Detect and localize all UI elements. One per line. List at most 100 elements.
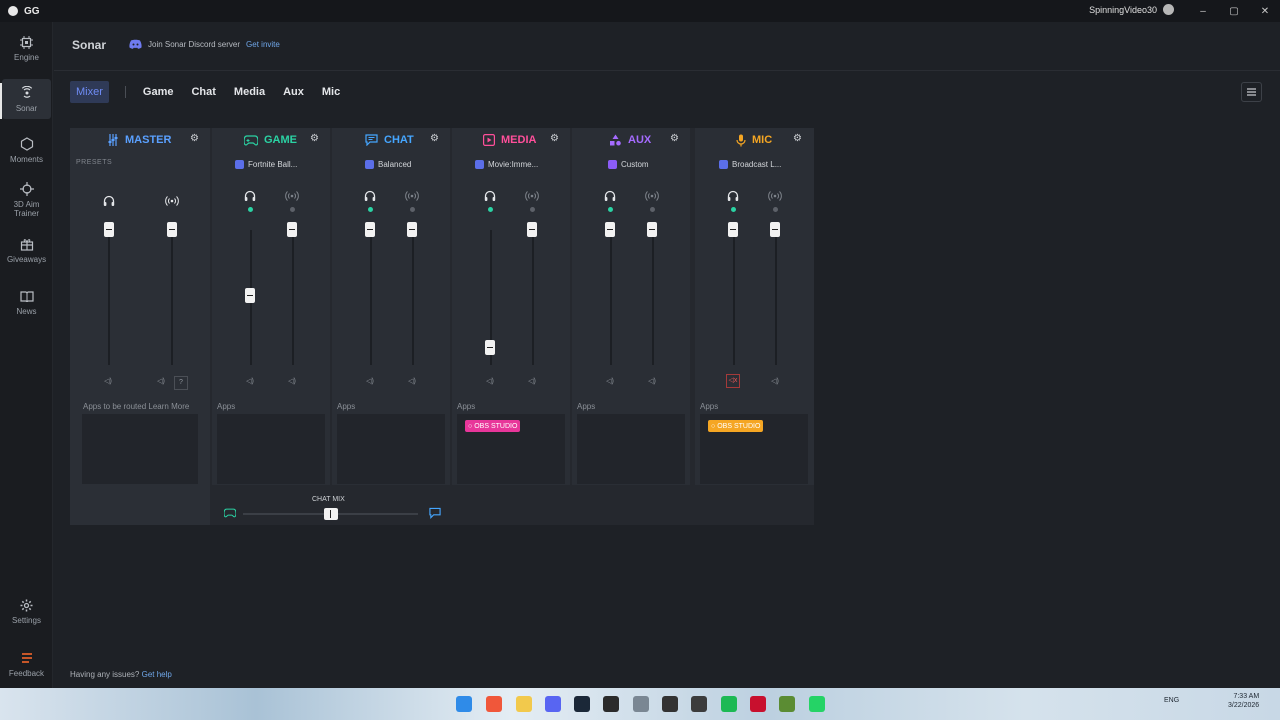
master-broadcast-icon[interactable] [165, 194, 179, 206]
tab-aux[interactable]: Aux [274, 81, 313, 103]
chatmix-slider-handle[interactable] [324, 508, 338, 520]
emoji-icon[interactable] [516, 696, 532, 712]
steelseries-icon[interactable] [662, 696, 678, 712]
spotify-icon[interactable] [721, 696, 737, 712]
epic-games-icon[interactable] [603, 696, 619, 712]
game-broadcast-icon[interactable] [285, 189, 299, 201]
nav-item-aim-trainer[interactable]: 3D Aim Trainer [2, 181, 51, 218]
tab-chat[interactable]: Chat [182, 81, 224, 103]
media-fader-handle[interactable] [485, 340, 495, 356]
master-fader-track[interactable] [108, 230, 110, 365]
chat-stream-fader-handle[interactable] [407, 222, 417, 237]
media-stream-fader-track[interactable] [532, 230, 534, 365]
steam-icon[interactable] [574, 696, 590, 712]
game-stream-volume-icon[interactable]: ◁) [287, 377, 297, 387]
hamburger-menu-button[interactable] [1241, 82, 1262, 102]
game-settings-gear-icon[interactable]: ⚙ [310, 134, 320, 144]
aux-settings-gear-icon[interactable]: ⚙ [670, 134, 680, 144]
master-volume-icon[interactable]: ◁) [103, 377, 113, 387]
master-headphone-icon[interactable] [103, 194, 115, 206]
media-broadcast-icon[interactable] [525, 189, 539, 201]
aux-headphone-icon[interactable] [604, 189, 616, 201]
aux-preset[interactable]: Custom [608, 158, 649, 170]
media-preset[interactable]: Movie:Imme... [475, 158, 538, 170]
mic-stream-volume-icon[interactable]: ◁) [770, 377, 780, 387]
get-invite-link[interactable]: Get invite [246, 40, 280, 49]
tab-mixer[interactable]: Mixer [70, 81, 109, 103]
discord-banner[interactable]: Join Sonar Discord server Get invite [129, 39, 280, 49]
aux-stream-volume-icon[interactable]: ◁) [647, 377, 657, 387]
master-stream-fader-handle[interactable] [167, 222, 177, 237]
chat-headphone-icon[interactable] [364, 189, 376, 201]
media-headphone-icon[interactable] [484, 189, 496, 201]
media-stream-volume-icon[interactable]: ◁) [527, 377, 537, 387]
aux-fader-track[interactable] [610, 230, 612, 365]
tab-game[interactable]: Game [134, 81, 183, 103]
language-indicator[interactable]: ENG [1164, 697, 1179, 704]
media-settings-gear-icon[interactable]: ⚙ [550, 134, 560, 144]
game-headphone-icon[interactable] [244, 189, 256, 201]
game-preset[interactable]: Fortnite Ball... [235, 158, 297, 170]
minecraft-icon[interactable] [779, 696, 795, 712]
mic-stream-fader-handle[interactable] [770, 222, 780, 237]
chat-fader-track[interactable] [370, 230, 372, 365]
mic-fader-handle[interactable] [728, 222, 738, 237]
master-fader-handle[interactable] [104, 222, 114, 237]
nav-item-engine[interactable]: Engine [2, 34, 51, 62]
adobe-icon[interactable] [750, 696, 766, 712]
mic-headphone-icon[interactable] [727, 189, 739, 201]
game-fader-handle[interactable] [245, 288, 255, 304]
chat-preset[interactable]: Balanced [365, 158, 411, 170]
close-button[interactable]: ✕ [1250, 0, 1280, 22]
maximize-button[interactable]: ▢ [1219, 0, 1249, 22]
tab-media[interactable]: Media [225, 81, 274, 103]
media-volume-icon[interactable]: ◁) [485, 377, 495, 387]
chat-stream-volume-icon[interactable]: ◁) [407, 377, 417, 387]
nav-item-news[interactable]: News [2, 288, 51, 316]
windows-start-icon[interactable] [456, 696, 472, 712]
mic-mute-button[interactable]: ◁x [726, 374, 740, 388]
user-profile[interactable]: SpinningVideo30 [1089, 4, 1174, 15]
mic-broadcast-icon[interactable] [768, 189, 782, 201]
whatsapp-icon[interactable] [809, 696, 825, 712]
nav-item-sonar[interactable]: Sonar [0, 79, 51, 119]
chat-stream-fader-track[interactable] [412, 230, 414, 365]
system-clock[interactable]: 7:33 AM 3/22/2026 [1228, 692, 1259, 710]
master-settings-gear-icon[interactable]: ⚙ [190, 134, 200, 144]
media-app-chip[interactable]: ○ OBS STUDIO [465, 420, 521, 432]
mic-app-chip[interactable]: ○ OBS STUDIO [708, 420, 764, 432]
discord-icon[interactable] [545, 696, 561, 712]
nav-item-settings[interactable]: Settings [2, 597, 51, 625]
help-button[interactable]: ? [174, 376, 188, 390]
nav-item-moments[interactable]: Moments [2, 136, 51, 164]
nav-item-feedback[interactable]: Feedback [2, 650, 51, 678]
aux-stream-fader-track[interactable] [652, 230, 654, 365]
mic-preset[interactable]: Broadcast L... [719, 158, 781, 170]
learn-more-link[interactable]: Learn More [148, 402, 189, 411]
media-stream-fader-handle[interactable] [527, 222, 537, 237]
chat-settings-gear-icon[interactable]: ⚙ [430, 134, 440, 144]
mic-settings-gear-icon[interactable]: ⚙ [793, 134, 803, 144]
chat-broadcast-icon[interactable] [405, 189, 419, 201]
aux-volume-icon[interactable]: ◁) [605, 377, 615, 387]
aux-fader-handle[interactable] [605, 222, 615, 237]
brave-icon[interactable] [486, 696, 502, 712]
get-help-link[interactable]: Get help [142, 670, 172, 679]
aux-stream-fader-handle[interactable] [647, 222, 657, 237]
app-icon[interactable] [633, 696, 649, 712]
mic-fader-track[interactable] [733, 230, 735, 365]
mic-stream-fader-track[interactable] [775, 230, 777, 365]
obs-icon[interactable] [691, 696, 707, 712]
nav-item-giveaways[interactable]: Giveaways [2, 236, 51, 264]
minimize-button[interactable]: – [1188, 0, 1218, 22]
master-stream-fader-track[interactable] [171, 230, 173, 365]
aux-broadcast-icon[interactable] [645, 189, 659, 201]
chat-volume-icon[interactable]: ◁) [365, 377, 375, 387]
master-stream-volume-icon[interactable]: ◁) [156, 377, 166, 387]
chat-fader-handle[interactable] [365, 222, 375, 237]
tab-mic[interactable]: Mic [313, 81, 349, 103]
game-stream-fader-track[interactable] [292, 230, 294, 365]
game-stream-fader-handle[interactable] [287, 222, 297, 237]
avatar[interactable] [1163, 4, 1174, 15]
game-volume-icon[interactable]: ◁) [245, 377, 255, 387]
